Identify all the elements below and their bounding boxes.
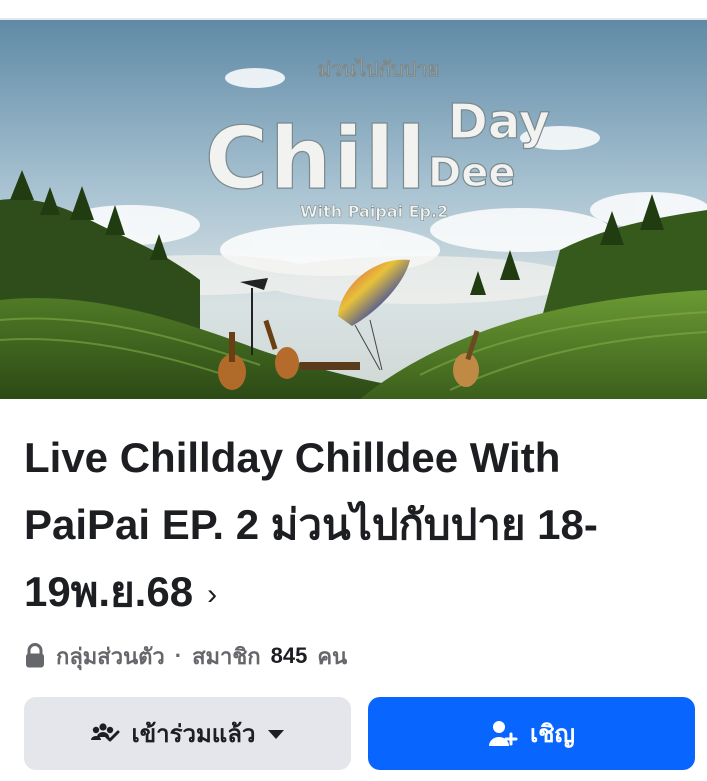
cover-logo-dee: Dee — [428, 150, 515, 196]
cover-logo-chill: Chill — [205, 109, 428, 209]
joined-button[interactable]: เข้าร่วมแล้ว — [24, 697, 351, 770]
lock-icon — [26, 643, 44, 668]
joined-label: เข้าร่วมแล้ว — [131, 721, 256, 748]
cover-logo-day: Day — [448, 94, 550, 150]
group-joined-icon — [90, 722, 120, 741]
members-count[interactable]: 845 — [271, 643, 308, 669]
chevron-right-icon[interactable]: › — [207, 561, 217, 628]
members-label[interactable]: สมาชิก — [192, 639, 261, 674]
add-person-icon — [489, 720, 518, 746]
group-header: ม่วนไปกับปาย Chill Day Dee With Paipai E… — [0, 0, 707, 781]
group-title-text: Live Chillday Chilldee With PaiPai EP. 2… — [24, 434, 598, 615]
caret-down-icon — [268, 729, 285, 739]
invite-button[interactable]: เชิญ — [368, 697, 695, 770]
cover-logo-small: ม่วนไปกับปาย — [318, 57, 439, 81]
members-unit: คน — [317, 643, 348, 669]
group-meta: กลุ่มส่วนตัว · สมาชิก 845 คน — [24, 636, 347, 676]
invite-label: เชิญ — [530, 721, 575, 748]
group-title[interactable]: Live Chillday Chilldee With PaiPai EP. 2… — [24, 424, 664, 628]
cover-logo-sub: With Paipai Ep.2 — [300, 202, 448, 221]
meta-separator: · — [174, 643, 183, 668]
privacy-label[interactable]: กลุ่มส่วนตัว — [56, 639, 165, 674]
group-cover-photo[interactable]: ม่วนไปกับปาย Chill Day Dee With Paipai E… — [0, 20, 707, 399]
top-divider — [0, 0, 707, 20]
